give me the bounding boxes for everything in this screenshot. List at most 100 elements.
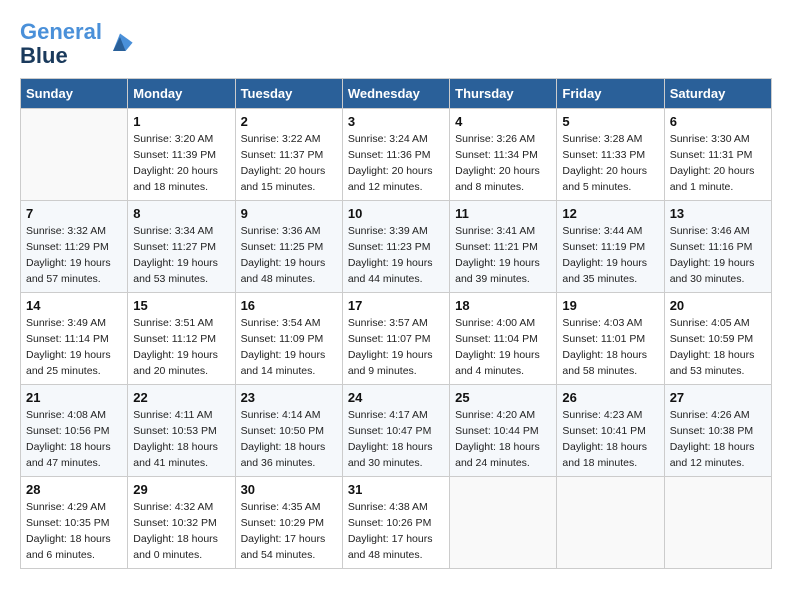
day-info: Sunrise: 3:49 AM Sunset: 11:14 PM Daylig… bbox=[26, 316, 122, 379]
day-info: Sunrise: 4:03 AM Sunset: 11:01 PM Daylig… bbox=[562, 316, 658, 379]
calendar-cell: 17 Sunrise: 3:57 AM Sunset: 11:07 PM Dayl… bbox=[342, 293, 449, 385]
logo: GeneralBlue bbox=[20, 20, 134, 68]
day-number: 27 bbox=[670, 390, 766, 405]
day-info: Sunrise: 3:34 AM Sunset: 11:27 PM Daylig… bbox=[133, 224, 229, 287]
calendar-cell: 2 Sunrise: 3:22 AM Sunset: 11:37 PM Dayli… bbox=[235, 109, 342, 201]
calendar-cell bbox=[21, 109, 128, 201]
logo-icon bbox=[106, 30, 134, 58]
day-number: 22 bbox=[133, 390, 229, 405]
calendar-cell: 13 Sunrise: 3:46 AM Sunset: 11:16 PM Dayl… bbox=[664, 201, 771, 293]
day-info: Sunrise: 4:35 AM Sunset: 10:29 PM Daylig… bbox=[241, 500, 337, 563]
day-number: 15 bbox=[133, 298, 229, 313]
weekday-header-cell: Monday bbox=[128, 79, 235, 109]
day-info: Sunrise: 3:39 AM Sunset: 11:23 PM Daylig… bbox=[348, 224, 444, 287]
calendar-cell: 21 Sunrise: 4:08 AM Sunset: 10:56 PM Dayl… bbox=[21, 385, 128, 477]
calendar-cell: 30 Sunrise: 4:35 AM Sunset: 10:29 PM Dayl… bbox=[235, 477, 342, 569]
day-number: 24 bbox=[348, 390, 444, 405]
day-info: Sunrise: 4:29 AM Sunset: 10:35 PM Daylig… bbox=[26, 500, 122, 563]
calendar-cell: 23Sunrise: 4:14 AM Sunset: 10:50 PM Dayl… bbox=[235, 385, 342, 477]
day-info: Sunrise: 4:32 AM Sunset: 10:32 PM Daylig… bbox=[133, 500, 229, 563]
calendar-week-row: 14 Sunrise: 3:49 AM Sunset: 11:14 PM Dayl… bbox=[21, 293, 772, 385]
day-info: Sunrise: 3:51 AM Sunset: 11:12 PM Daylig… bbox=[133, 316, 229, 379]
day-number: 9 bbox=[241, 206, 337, 221]
day-info: Sunrise: 4:14 AM Sunset: 10:50 PM Daylig… bbox=[241, 408, 337, 471]
day-info: Sunrise: 3:22 AM Sunset: 11:37 PM Daylig… bbox=[241, 132, 337, 195]
day-info: Sunrise: 3:24 AM Sunset: 11:36 PM Daylig… bbox=[348, 132, 444, 195]
calendar-week-row: 7Sunrise: 3:32 AM Sunset: 11:29 PM Dayli… bbox=[21, 201, 772, 293]
calendar-cell: 19 Sunrise: 4:03 AM Sunset: 11:01 PM Dayl… bbox=[557, 293, 664, 385]
day-info: Sunrise: 4:38 AM Sunset: 10:26 PM Daylig… bbox=[348, 500, 444, 563]
weekday-header-cell: Friday bbox=[557, 79, 664, 109]
day-number: 18 bbox=[455, 298, 551, 313]
day-info: Sunrise: 3:46 AM Sunset: 11:16 PM Daylig… bbox=[670, 224, 766, 287]
weekday-header-cell: Tuesday bbox=[235, 79, 342, 109]
day-info: Sunrise: 4:23 AM Sunset: 10:41 PM Daylig… bbox=[562, 408, 658, 471]
day-number: 25 bbox=[455, 390, 551, 405]
day-info: Sunrise: 3:20 AM Sunset: 11:39 PM Daylig… bbox=[133, 132, 229, 195]
weekday-header-row: SundayMondayTuesdayWednesdayThursdayFrid… bbox=[21, 79, 772, 109]
day-info: Sunrise: 3:54 AM Sunset: 11:09 PM Daylig… bbox=[241, 316, 337, 379]
day-number: 14 bbox=[26, 298, 122, 313]
day-number: 3 bbox=[348, 114, 444, 129]
calendar-cell: 28 Sunrise: 4:29 AM Sunset: 10:35 PM Dayl… bbox=[21, 477, 128, 569]
day-info: Sunrise: 4:26 AM Sunset: 10:38 PM Daylig… bbox=[670, 408, 766, 471]
day-info: Sunrise: 3:41 AM Sunset: 11:21 PM Daylig… bbox=[455, 224, 551, 287]
day-number: 7 bbox=[26, 206, 122, 221]
calendar-week-row: 1 Sunrise: 3:20 AM Sunset: 11:39 PM Dayli… bbox=[21, 109, 772, 201]
calendar-cell: 4 Sunrise: 3:26 AM Sunset: 11:34 PM Dayli… bbox=[450, 109, 557, 201]
day-info: Sunrise: 4:17 AM Sunset: 10:47 PM Daylig… bbox=[348, 408, 444, 471]
day-number: 16 bbox=[241, 298, 337, 313]
calendar-cell: 27 Sunrise: 4:26 AM Sunset: 10:38 PM Dayl… bbox=[664, 385, 771, 477]
day-info: Sunrise: 3:57 AM Sunset: 11:07 PM Daylig… bbox=[348, 316, 444, 379]
calendar-cell: 12Sunrise: 3:44 AM Sunset: 11:19 PM Dayl… bbox=[557, 201, 664, 293]
day-number: 28 bbox=[26, 482, 122, 497]
day-info: Sunrise: 3:26 AM Sunset: 11:34 PM Daylig… bbox=[455, 132, 551, 195]
day-number: 21 bbox=[26, 390, 122, 405]
day-number: 4 bbox=[455, 114, 551, 129]
calendar-cell: 16 Sunrise: 3:54 AM Sunset: 11:09 PM Dayl… bbox=[235, 293, 342, 385]
day-number: 17 bbox=[348, 298, 444, 313]
calendar-cell bbox=[557, 477, 664, 569]
calendar-cell: 11 Sunrise: 3:41 AM Sunset: 11:21 PM Dayl… bbox=[450, 201, 557, 293]
calendar-week-row: 28 Sunrise: 4:29 AM Sunset: 10:35 PM Dayl… bbox=[21, 477, 772, 569]
day-info: Sunrise: 3:28 AM Sunset: 11:33 PM Daylig… bbox=[562, 132, 658, 195]
calendar-cell: 31 Sunrise: 4:38 AM Sunset: 10:26 PM Dayl… bbox=[342, 477, 449, 569]
calendar-cell: 7Sunrise: 3:32 AM Sunset: 11:29 PM Dayli… bbox=[21, 201, 128, 293]
calendar-body: 1 Sunrise: 3:20 AM Sunset: 11:39 PM Dayli… bbox=[21, 109, 772, 569]
day-number: 1 bbox=[133, 114, 229, 129]
calendar-table: SundayMondayTuesdayWednesdayThursdayFrid… bbox=[20, 78, 772, 569]
calendar-cell: 25Sunrise: 4:20 AM Sunset: 10:44 PM Dayl… bbox=[450, 385, 557, 477]
calendar-cell: 22Sunrise: 4:11 AM Sunset: 10:53 PM Dayl… bbox=[128, 385, 235, 477]
day-number: 11 bbox=[455, 206, 551, 221]
calendar-cell: 14 Sunrise: 3:49 AM Sunset: 11:14 PM Dayl… bbox=[21, 293, 128, 385]
day-number: 30 bbox=[241, 482, 337, 497]
day-number: 13 bbox=[670, 206, 766, 221]
day-number: 26 bbox=[562, 390, 658, 405]
calendar-week-row: 21 Sunrise: 4:08 AM Sunset: 10:56 PM Dayl… bbox=[21, 385, 772, 477]
day-number: 5 bbox=[562, 114, 658, 129]
calendar-cell: 5 Sunrise: 3:28 AM Sunset: 11:33 PM Dayli… bbox=[557, 109, 664, 201]
logo-text: GeneralBlue bbox=[20, 20, 102, 68]
day-info: Sunrise: 4:00 AM Sunset: 11:04 PM Daylig… bbox=[455, 316, 551, 379]
day-number: 2 bbox=[241, 114, 337, 129]
day-info: Sunrise: 4:08 AM Sunset: 10:56 PM Daylig… bbox=[26, 408, 122, 471]
calendar-cell: 18 Sunrise: 4:00 AM Sunset: 11:04 PM Dayl… bbox=[450, 293, 557, 385]
day-info: Sunrise: 3:30 AM Sunset: 11:31 PM Daylig… bbox=[670, 132, 766, 195]
day-number: 20 bbox=[670, 298, 766, 313]
calendar-cell: 15 Sunrise: 3:51 AM Sunset: 11:12 PM Dayl… bbox=[128, 293, 235, 385]
calendar-cell: 29 Sunrise: 4:32 AM Sunset: 10:32 PM Dayl… bbox=[128, 477, 235, 569]
day-info: Sunrise: 3:44 AM Sunset: 11:19 PM Daylig… bbox=[562, 224, 658, 287]
calendar-cell bbox=[450, 477, 557, 569]
calendar-cell: 20Sunrise: 4:05 AM Sunset: 10:59 PM Dayl… bbox=[664, 293, 771, 385]
calendar-cell: 9Sunrise: 3:36 AM Sunset: 11:25 PM Dayli… bbox=[235, 201, 342, 293]
day-number: 19 bbox=[562, 298, 658, 313]
calendar-cell: 8Sunrise: 3:34 AM Sunset: 11:27 PM Dayli… bbox=[128, 201, 235, 293]
calendar-cell: 24 Sunrise: 4:17 AM Sunset: 10:47 PM Dayl… bbox=[342, 385, 449, 477]
day-number: 29 bbox=[133, 482, 229, 497]
day-number: 31 bbox=[348, 482, 444, 497]
calendar-cell: 6Sunrise: 3:30 AM Sunset: 11:31 PM Dayli… bbox=[664, 109, 771, 201]
calendar-cell: 1 Sunrise: 3:20 AM Sunset: 11:39 PM Dayli… bbox=[128, 109, 235, 201]
calendar-cell: 3 Sunrise: 3:24 AM Sunset: 11:36 PM Dayli… bbox=[342, 109, 449, 201]
weekday-header-cell: Sunday bbox=[21, 79, 128, 109]
weekday-header-cell: Wednesday bbox=[342, 79, 449, 109]
